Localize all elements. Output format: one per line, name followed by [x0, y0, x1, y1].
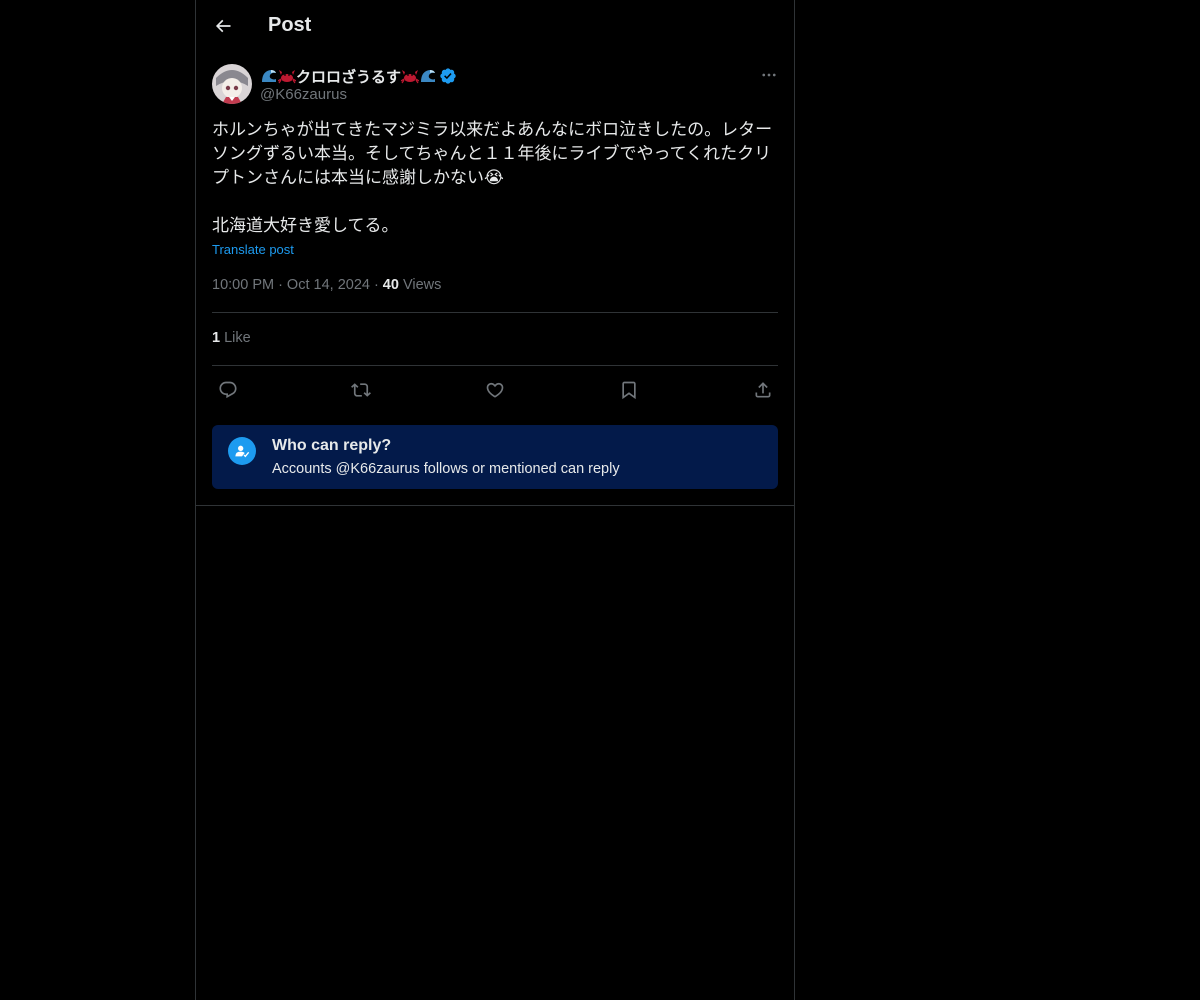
post-time[interactable]: 10:00 PM	[212, 277, 274, 293]
reply-restriction-notice: Who can reply? Accounts @K66zaurus follo…	[212, 425, 778, 489]
post-paragraph: ホルンちゃが出てきたマジミラ以来だよあんなにボロ泣きしたの。レターソングずるい本…	[212, 120, 773, 188]
top-bar: Post	[196, 0, 794, 53]
post-date[interactable]: Oct 14, 2024	[287, 277, 370, 293]
author-handle[interactable]: @K66zaurus	[260, 86, 347, 103]
post-metadata: 10:00 PM · Oct 14, 2024 · 40 Views	[212, 277, 441, 293]
share-icon	[755, 382, 771, 398]
divider	[212, 365, 778, 366]
more-dots-icon	[762, 73, 776, 77]
arrow-left-icon	[215, 19, 231, 33]
reply-restriction-subtitle: Accounts @K66zaurus follows or mentioned…	[272, 461, 620, 477]
wave-icon	[419, 67, 437, 85]
crab-icon	[401, 67, 420, 85]
divider	[212, 312, 778, 313]
repost-button[interactable]	[345, 374, 377, 406]
reply-icon	[219, 381, 237, 399]
wave-icon	[260, 67, 278, 85]
post-detail-column: Post クロロざうるす @K66zaurus ホルンちゃが出てきたマジミラ以来…	[195, 0, 795, 1000]
post-text: ホルンちゃが出てきたマジミラ以来だよあんなにボロ泣きしたの。レターソングずるい本…	[212, 118, 780, 238]
likes-label: Like	[224, 330, 251, 346]
repost-icon	[351, 383, 371, 397]
display-name[interactable]: クロロざうるす	[260, 65, 457, 87]
translate-post-link[interactable]: Translate post	[212, 242, 294, 257]
more-button[interactable]	[756, 64, 782, 86]
views-label: Views	[402, 277, 442, 293]
like-icon	[486, 382, 504, 398]
post-author: クロロざうるす @K66zaurus	[212, 64, 778, 108]
mention-user-icon	[228, 437, 256, 465]
reply-button[interactable]	[212, 374, 244, 406]
verified-badge-icon[interactable]	[439, 67, 457, 85]
separator: ·	[278, 277, 283, 293]
avatar[interactable]	[212, 64, 252, 104]
like-button[interactable]	[479, 374, 511, 406]
likes-stat[interactable]: 1 Like	[212, 330, 251, 346]
bookmark-button[interactable]	[613, 374, 645, 406]
views-count: 40	[382, 277, 399, 293]
post-paragraph: 北海道大好き愛してる。	[212, 216, 399, 236]
crab-icon	[278, 67, 296, 85]
back-button[interactable]	[208, 11, 238, 41]
reply-restriction-title: Who can reply?	[272, 437, 392, 454]
separator: ·	[373, 277, 379, 293]
share-button[interactable]	[747, 374, 779, 406]
bookmark-icon	[622, 381, 636, 400]
likes-count: 1	[212, 330, 221, 346]
divider	[196, 505, 794, 506]
display-name-text: クロロざうるす	[296, 67, 402, 86]
page-title: Post	[268, 14, 312, 36]
action-bar	[212, 374, 778, 406]
